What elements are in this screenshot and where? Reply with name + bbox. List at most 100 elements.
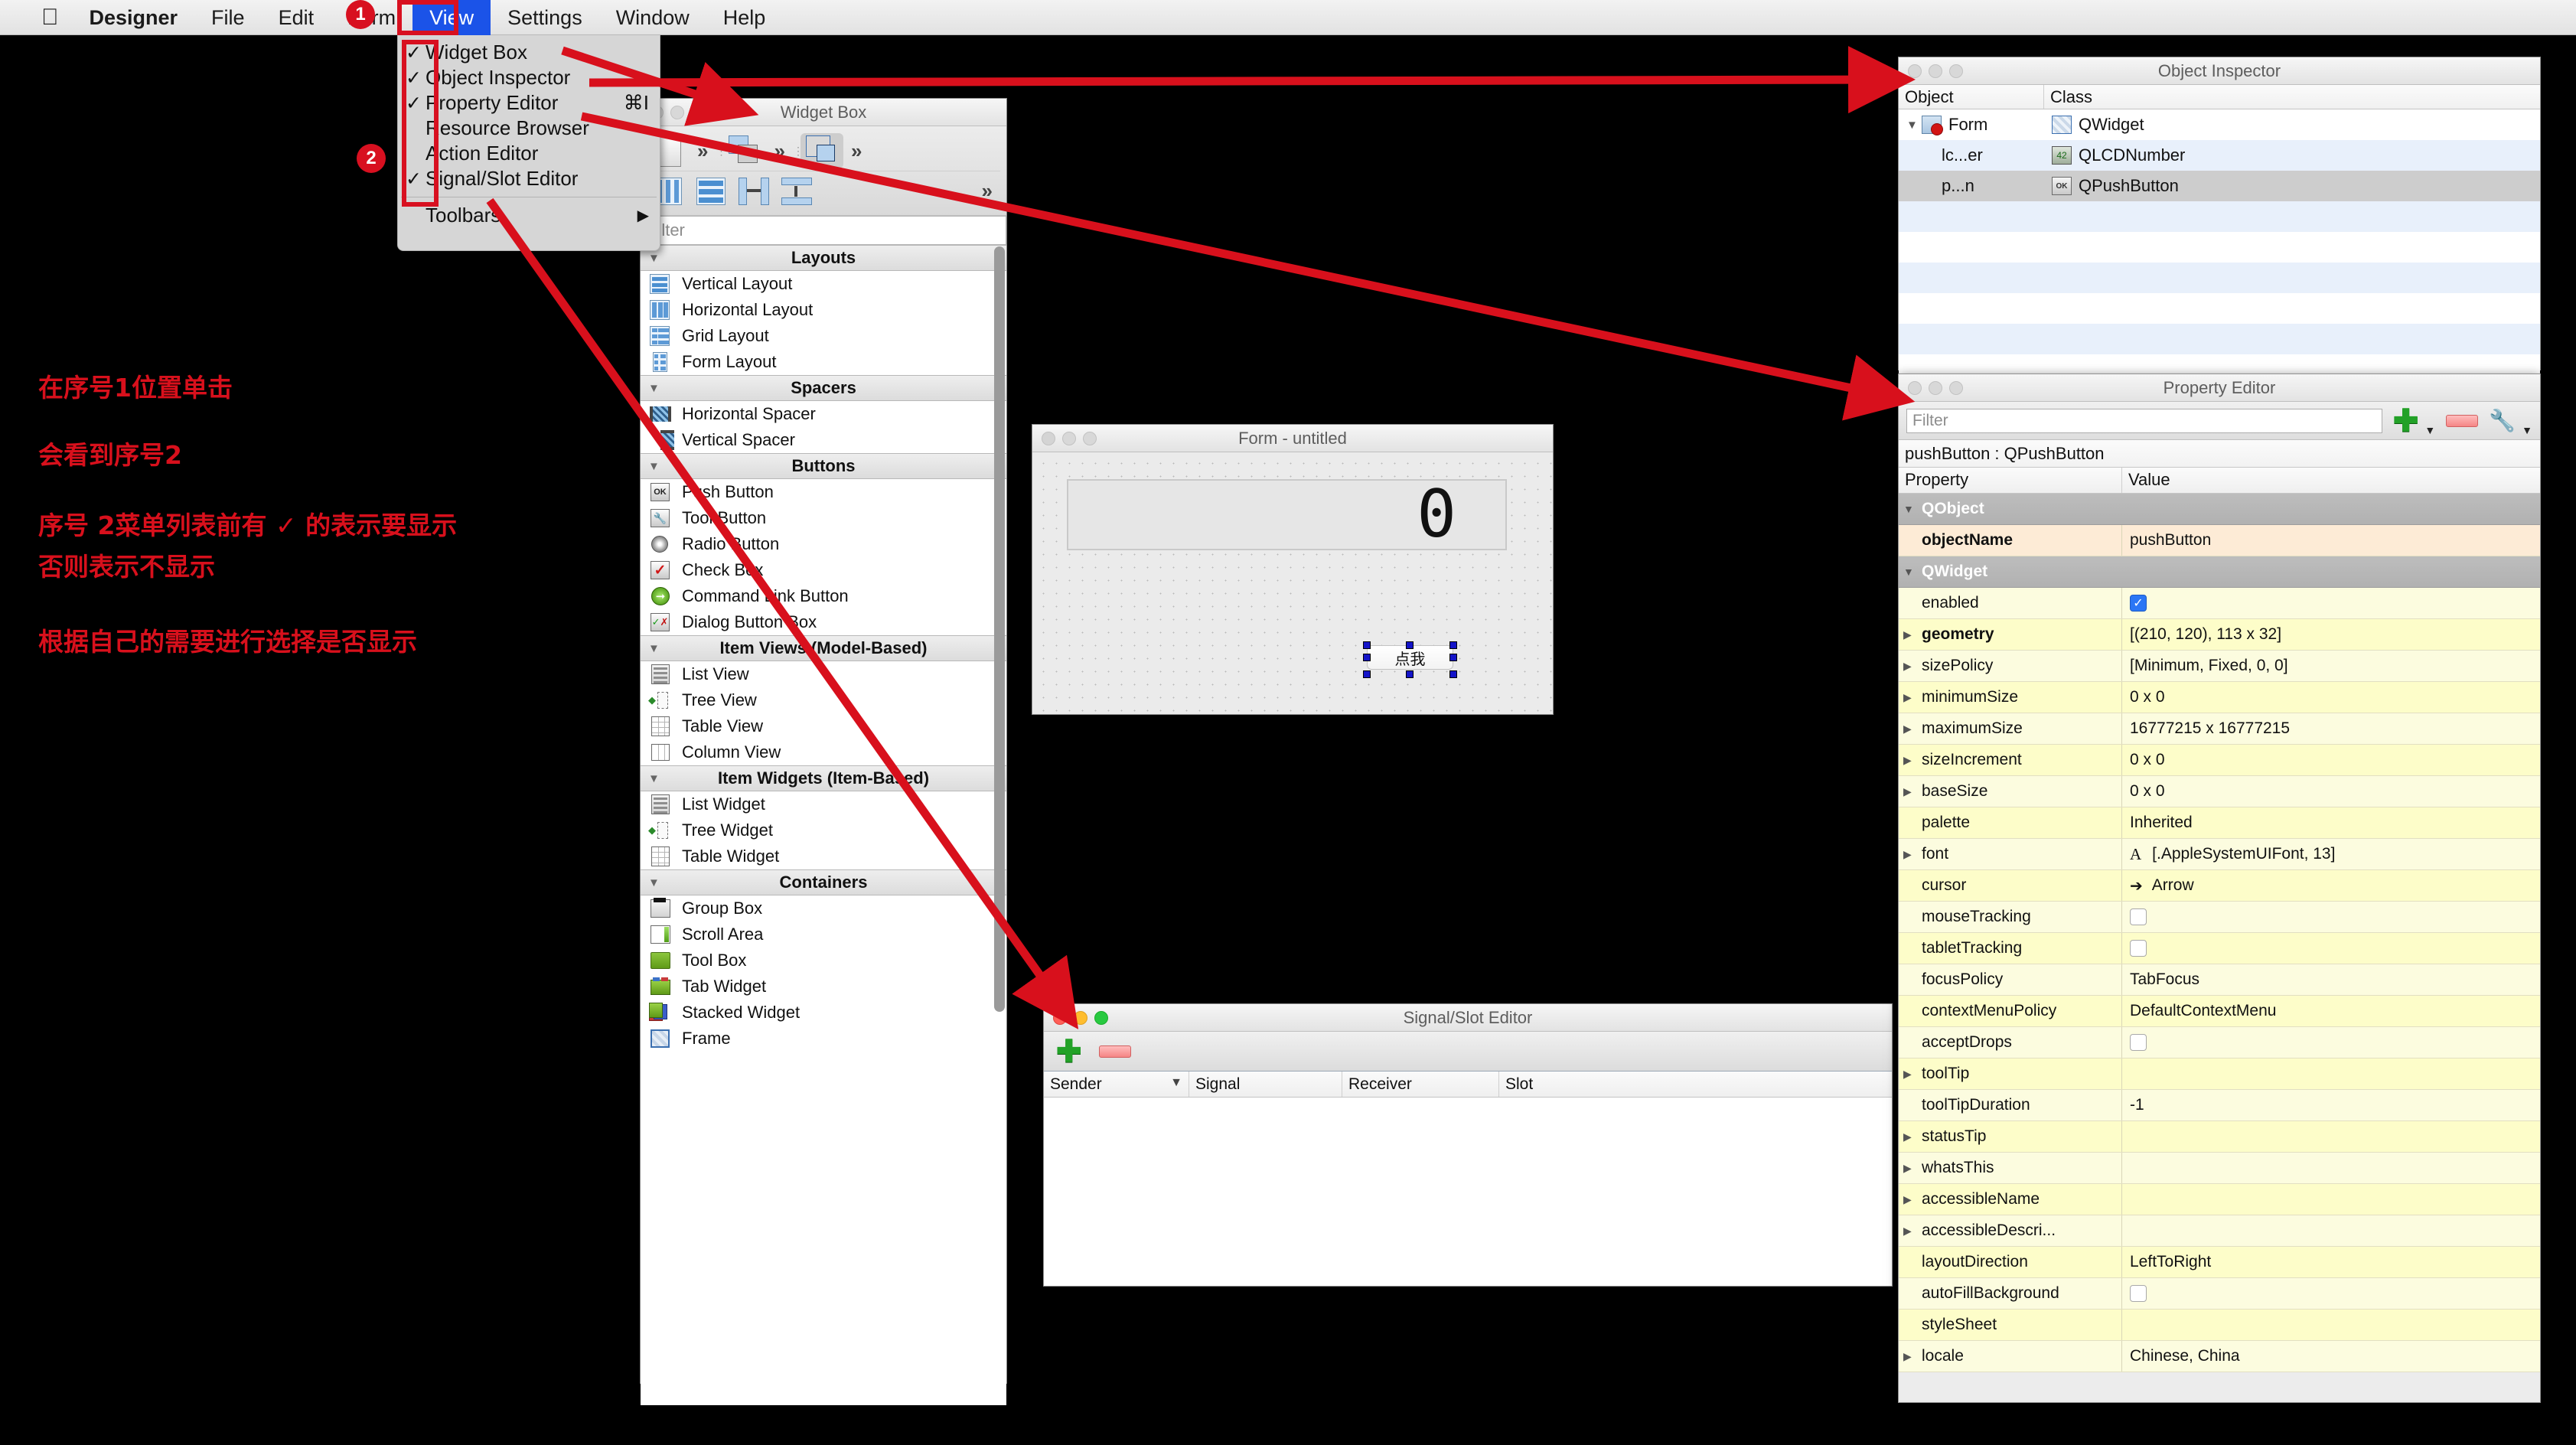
widget-item-vertical-spacer[interactable]: Vertical Spacer bbox=[641, 427, 1006, 453]
property-value[interactable]: 16777215 x 16777215 bbox=[2130, 719, 2290, 738]
property-value[interactable]: 0 x 0 bbox=[2130, 751, 2165, 769]
property-value[interactable]: TabFocus bbox=[2130, 970, 2199, 989]
property-row-mousetracking[interactable]: mouseTracking bbox=[1899, 902, 2540, 933]
plus-icon[interactable]: ✚ bbox=[1056, 1036, 1082, 1067]
mousetracking-checkbox[interactable] bbox=[2130, 908, 2147, 925]
widget-item-list-widget[interactable]: List Widget bbox=[641, 791, 1006, 817]
property-value[interactable]: -1 bbox=[2130, 1096, 2144, 1114]
table-row[interactable]: p...n OK QPushButton bbox=[1899, 171, 2540, 201]
close-button[interactable] bbox=[1053, 1010, 1067, 1025]
column-header-slot[interactable]: Slot bbox=[1499, 1072, 1892, 1097]
minimize-button[interactable] bbox=[1074, 1010, 1087, 1025]
property-value[interactable]: [Minimum, Fixed, 0, 0] bbox=[2130, 657, 2288, 675]
property-row-tooltipduration[interactable]: toolTipDuration -1 bbox=[1899, 1090, 2540, 1121]
property-row-objectname[interactable]: objectName pushButton bbox=[1899, 525, 2540, 556]
apple-logo-icon[interactable]:  bbox=[28, 2, 73, 33]
widget-item-dialog-button-box[interactable]: ✓ ✗ Dialog Button Box bbox=[641, 609, 1006, 635]
chevron-right-icon[interactable]: ▶ bbox=[1903, 785, 1922, 798]
property-value[interactable]: LeftToRight bbox=[2130, 1253, 2211, 1271]
widget-item-tree-view[interactable]: ◆ Tree View bbox=[641, 687, 1006, 713]
chevron-right-icon[interactable]: ▶ bbox=[1903, 754, 1922, 767]
widget-item-horizontal-spacer[interactable]: Horizontal Spacer bbox=[641, 401, 1006, 427]
table-row[interactable]: lc...er 42 QLCDNumber bbox=[1899, 140, 2540, 171]
widget-item-tool-box[interactable]: Tool Box bbox=[641, 948, 1006, 974]
property-row-minimumsize[interactable]: ▶ minimumSize 0 x 0 bbox=[1899, 682, 2540, 713]
widget-item-list-view[interactable]: List View bbox=[641, 661, 1006, 687]
widget-item-tab-widget[interactable]: Tab Widget bbox=[641, 974, 1006, 1000]
widget-item-horizontal-layout[interactable]: Horizontal Layout bbox=[641, 297, 1006, 323]
zoom-button[interactable] bbox=[1949, 64, 1963, 78]
window-controls[interactable] bbox=[1899, 64, 1963, 78]
property-filter-input[interactable]: Filter bbox=[1906, 408, 2382, 433]
property-row-stylesheet[interactable]: styleSheet bbox=[1899, 1310, 2540, 1341]
column-header-property[interactable]: Property bbox=[1899, 468, 2122, 493]
raise-widget-icon[interactable] bbox=[723, 133, 766, 168]
menu-item-file[interactable]: File bbox=[194, 0, 262, 35]
zoom-button[interactable] bbox=[1083, 431, 1097, 445]
chevron-right-icon[interactable]: ▶ bbox=[1903, 722, 1922, 736]
widget-group-item-views[interactable]: ▼ Item Views (Model-Based) bbox=[641, 635, 1006, 661]
widget-item-form-layout[interactable]: Form Layout bbox=[641, 349, 1006, 375]
chevron-right-icon[interactable]: ▶ bbox=[1903, 1130, 1922, 1143]
lcd-number-widget[interactable]: 0 bbox=[1067, 479, 1507, 550]
form-canvas[interactable]: 0 点我 bbox=[1032, 452, 1553, 714]
chevron-right-icon[interactable]: ▶ bbox=[1903, 628, 1922, 641]
widget-item-tool-button[interactable]: 🔧 Tool Button bbox=[641, 505, 1006, 531]
widget-group-buttons[interactable]: ▼ Buttons bbox=[641, 453, 1006, 479]
edit-widgets-icon[interactable] bbox=[800, 133, 843, 168]
property-value[interactable]: 0 x 0 bbox=[2130, 782, 2165, 801]
close-button[interactable] bbox=[1908, 380, 1922, 395]
column-header-signal[interactable]: Signal bbox=[1189, 1072, 1342, 1097]
property-row-tablettracking[interactable]: tabletTracking bbox=[1899, 933, 2540, 964]
close-button[interactable] bbox=[1042, 431, 1055, 445]
table-row-empty[interactable] bbox=[1899, 293, 2540, 324]
property-value[interactable]: Inherited bbox=[2130, 814, 2193, 832]
chevron-right-icon[interactable]: ▶ bbox=[1903, 1225, 1922, 1238]
table-row-empty[interactable] bbox=[1899, 201, 2540, 232]
widget-group-containers[interactable]: ▼ Containers bbox=[641, 869, 1006, 895]
chevron-right-icon[interactable]: ▶ bbox=[1903, 660, 1922, 673]
zoom-button[interactable] bbox=[1094, 1010, 1108, 1025]
plus-icon[interactable]: ✚ bbox=[2393, 406, 2419, 436]
column-header-value[interactable]: Value bbox=[2122, 468, 2540, 493]
property-value[interactable]: Arrow bbox=[2152, 876, 2194, 895]
table-row[interactable]: ▼ Form QWidget bbox=[1899, 109, 2540, 140]
property-row-acceptdrops[interactable]: acceptDrops bbox=[1899, 1027, 2540, 1058]
property-value[interactable]: DefaultContextMenu bbox=[2130, 1002, 2276, 1020]
chevron-right-icon[interactable]: ▶ bbox=[1903, 1193, 1922, 1206]
table-row-empty[interactable] bbox=[1899, 263, 2540, 293]
property-row-basesize[interactable]: ▶ baseSize 0 x 0 bbox=[1899, 776, 2540, 807]
property-value[interactable]: pushButton bbox=[2130, 531, 2211, 550]
widget-item-table-view[interactable]: Table View bbox=[641, 713, 1006, 739]
widget-box-filter-input[interactable]: Filter bbox=[641, 216, 1006, 245]
widget-group-item-widgets[interactable]: ▼ Item Widgets (Item-Based) bbox=[641, 765, 1006, 791]
property-row-font[interactable]: ▶ font A [.AppleSystemUIFont, 13] bbox=[1899, 839, 2540, 870]
menu-item-edit[interactable]: Edit bbox=[262, 0, 331, 35]
property-row-palette[interactable]: palette Inherited bbox=[1899, 807, 2540, 839]
property-row-cursor[interactable]: cursor ➔ Arrow bbox=[1899, 870, 2540, 902]
property-row-accessibledescription[interactable]: ▶ accessibleDescri... bbox=[1899, 1215, 2540, 1247]
minus-icon[interactable] bbox=[2446, 414, 2479, 427]
property-editor-rows[interactable]: ▼ QObject objectName pushButton ▼ QWidget … bbox=[1899, 494, 2540, 1372]
chevron-right-icon[interactable]: ▶ bbox=[1903, 1162, 1922, 1175]
property-row-whatsthis[interactable]: ▶ whatsThis bbox=[1899, 1153, 2540, 1184]
property-value[interactable]: 0 x 0 bbox=[2130, 688, 2165, 706]
column-header-class[interactable]: Class bbox=[2044, 85, 2092, 109]
property-row-autofillbackground[interactable]: autoFillBackground bbox=[1899, 1278, 2540, 1310]
property-row-sizeincrement[interactable]: ▶ sizeIncrement 0 x 0 bbox=[1899, 745, 2540, 776]
window-controls[interactable] bbox=[1032, 431, 1097, 445]
property-row-geometry[interactable]: ▶ geometry [(210, 120), 113 x 32] bbox=[1899, 619, 2540, 651]
widget-item-vertical-layout[interactable]: Vertical Layout bbox=[641, 271, 1006, 297]
selection-handle[interactable] bbox=[1449, 641, 1457, 649]
property-group-qwidget[interactable]: ▼ QWidget bbox=[1899, 556, 2540, 588]
property-value[interactable]: Chinese, China bbox=[2130, 1347, 2240, 1365]
signal-slot-table-body[interactable] bbox=[1044, 1098, 1892, 1286]
chevron-down-icon[interactable]: ▼ bbox=[2424, 424, 2435, 436]
widget-item-command-link-button[interactable]: ➞ Command Link Button bbox=[641, 583, 1006, 609]
menu-item-settings[interactable]: Settings bbox=[491, 0, 599, 35]
tablettracking-checkbox[interactable] bbox=[2130, 940, 2147, 957]
acceptdrops-checkbox[interactable] bbox=[2130, 1034, 2147, 1051]
property-row-statustip[interactable]: ▶ statusTip bbox=[1899, 1121, 2540, 1153]
widget-box-scrollbar[interactable] bbox=[994, 246, 1005, 1012]
widget-item-radio-button[interactable]: Radio Button bbox=[641, 531, 1006, 557]
